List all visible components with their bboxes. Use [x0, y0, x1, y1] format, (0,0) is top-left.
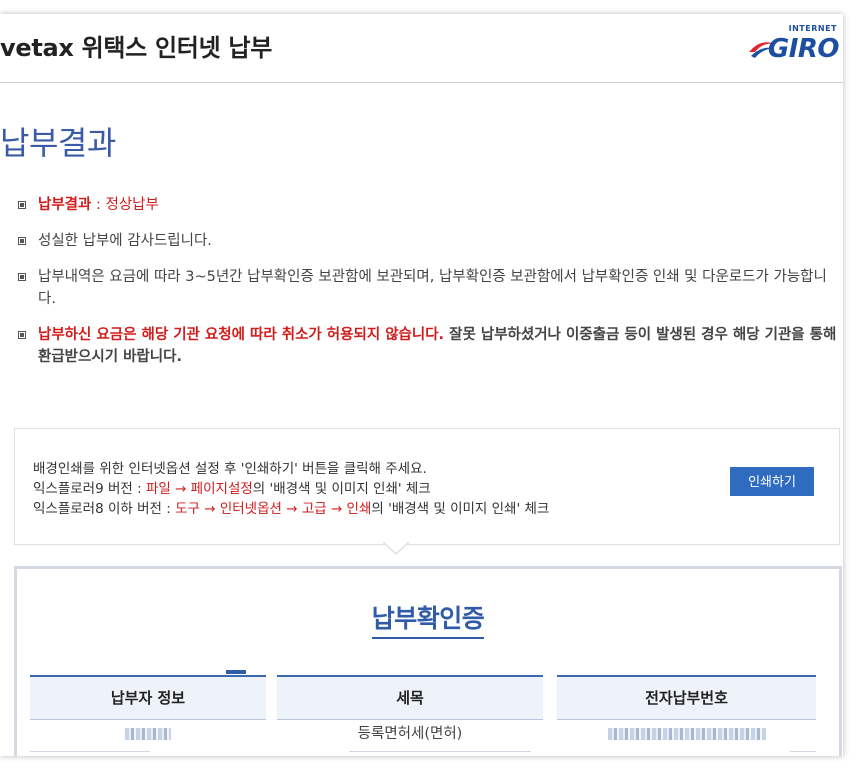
note-thanks: 성실한 납부에 감사드립니다.: [18, 230, 838, 252]
column-marker: [226, 670, 246, 674]
result-label: 납부결과: [38, 197, 92, 213]
print-line-ie8: 익스플로러8 이하 버전 : 도구 → 인터넷옵션 → 고급 → 인쇄의 '배경…: [33, 499, 549, 519]
square-bullet-icon: [18, 273, 26, 281]
print-instructions-box: 배경인쇄를 위한 인터넷옵션 설정 후 '인쇄하기' 버튼을 클릭해 주세요. …: [14, 428, 840, 545]
header: vetax 위택스 인터넷 납부 INTERNET GIRO: [0, 14, 843, 83]
print-button[interactable]: 인쇄하기: [730, 467, 814, 496]
ie8-prefix: 익스플로러8 이하 버전 :: [33, 501, 176, 517]
ie9-menu-path: 파일 → 페이지설정: [145, 481, 253, 497]
cancel-warning: 납부하신 요금은 해당 기관 요청에 따라 취소가 허용되지 않습니다.: [38, 327, 445, 343]
print-instructions: 배경인쇄를 위한 인터넷옵션 설정 후 '인쇄하기' 버튼을 클릭해 주세요. …: [33, 459, 549, 519]
giro-logo: INTERNET GIRO: [747, 22, 840, 68]
page-title: 납부결과: [0, 124, 116, 162]
storage-text: 납부내역은 요금에 따라 3~5년간 납부확인증 보관함에 보관되며, 납부확인…: [38, 269, 827, 307]
ie8-suffix: 의 '배경색 및 이미지 인쇄' 체크: [371, 501, 550, 517]
square-bullet-icon: [18, 201, 26, 209]
header-e-payment-number: 전자납부번호: [557, 675, 816, 720]
row-divider: [30, 751, 150, 752]
logo-internet-text: INTERNET: [788, 24, 837, 33]
payer-info-value: [30, 719, 266, 749]
note-storage: 납부내역은 요금에 따라 3~5년간 납부확인증 보관함에 보관되며, 납부확인…: [18, 266, 838, 310]
print-line-1: 배경인쇄를 위한 인터넷옵션 설정 후 '인쇄하기' 버튼을 클릭해 주세요.: [33, 461, 427, 477]
row-divider: [349, 751, 531, 752]
e-payment-number-value: [557, 719, 816, 749]
down-arrow-icon: [382, 541, 410, 555]
note-result: 납부결과 : 정상납부: [18, 194, 838, 216]
result-value: : 정상납부: [91, 197, 159, 213]
note-cancel: 납부하신 요금은 해당 기관 요청에 따라 취소가 허용되지 않습니다. 잘못 …: [18, 324, 838, 368]
payment-certificate: 납부확인증 납부자 정보 세목 전자납부번호 등록면허세(면허): [14, 566, 842, 756]
app-title: vetax 위택스 인터넷 납부: [0, 34, 272, 62]
thanks-text: 성실한 납부에 감사드립니다.: [38, 233, 212, 249]
row-divider: [790, 751, 816, 752]
page-frame: vetax 위택스 인터넷 납부 INTERNET GIRO 납부결과 납부결과…: [0, 14, 843, 756]
certificate-title-text: 납부확인증: [371, 604, 485, 639]
ie9-suffix: 의 '배경색 및 이미지 인쇄' 체크: [252, 481, 431, 497]
ie9-prefix: 익스플로러9 버전 :: [33, 481, 146, 497]
masked-payer-info: [125, 728, 171, 740]
print-line-ie9: 익스플로러9 버전 : 파일 → 페이지설정의 '배경색 및 이미지 인쇄' 체…: [33, 479, 549, 499]
header-tax-item: 세목: [277, 675, 543, 720]
ie8-menu-path: 도구 → 인터넷옵션 → 고급 → 인쇄: [175, 501, 372, 517]
square-bullet-icon: [18, 237, 26, 245]
tax-item-value: 등록면허세(면허): [357, 726, 463, 742]
result-notes: 납부결과 : 정상납부 성실한 납부에 감사드립니다. 납부내역은 요금에 따라…: [18, 194, 838, 382]
certificate-title: 납부확인증: [17, 599, 839, 639]
logo-giro-text: GIRO: [767, 34, 840, 64]
header-payer-info: 납부자 정보: [30, 675, 266, 720]
square-bullet-icon: [18, 331, 26, 339]
masked-payment-number: [607, 728, 766, 740]
